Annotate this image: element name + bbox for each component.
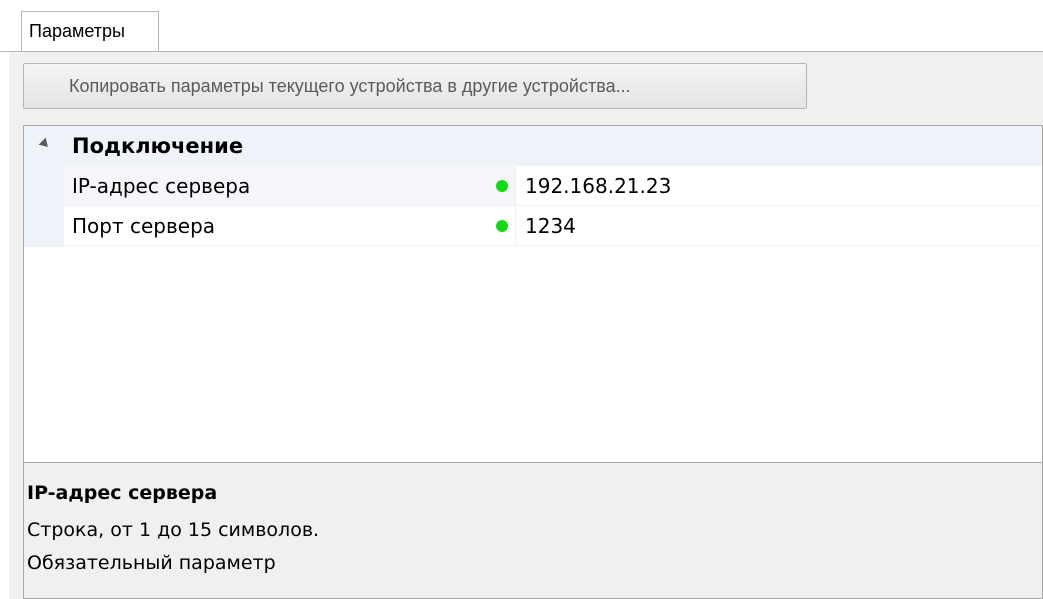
property-description-panel: IP-адрес сервера Строка, от 1 до 15 симв… [23, 462, 1043, 599]
row-gutter [24, 166, 64, 207]
parameters-window: Параметры Копировать параметры текущего … [0, 0, 1043, 599]
property-row-server-ip[interactable]: IP-адрес сервера 192.168.21.23 [24, 166, 1042, 207]
property-grid: Подключение IP-адрес сервера 192.168.21.… [23, 125, 1043, 463]
description-required-note: Обязательный параметр [27, 552, 276, 574]
parameters-panel: Копировать параметры текущего устройства… [9, 52, 1043, 599]
tab-strip: Параметры [0, 0, 1043, 52]
expanded-triangle-icon[interactable] [38, 137, 52, 151]
property-value-field[interactable]: 1234 [515, 206, 1042, 246]
description-title: IP-адрес сервера [27, 482, 218, 504]
property-name: IP-адрес сервера [64, 166, 515, 206]
copy-parameters-button[interactable]: Копировать параметры текущего устройства… [23, 63, 807, 109]
category-label: Подключение [72, 134, 244, 158]
description-text: Строка, от 1 до 15 символов. [27, 519, 320, 541]
status-ok-icon [496, 180, 508, 192]
property-value-field[interactable]: 192.168.21.23 [515, 166, 1042, 206]
tab-parameters[interactable]: Параметры [21, 11, 159, 52]
property-name: Порт сервера [64, 206, 515, 246]
status-ok-icon [496, 220, 508, 232]
row-gutter [24, 206, 64, 247]
category-row-connection[interactable]: Подключение [24, 126, 1042, 166]
property-row-server-port[interactable]: Порт сервера 1234 [24, 206, 1042, 247]
